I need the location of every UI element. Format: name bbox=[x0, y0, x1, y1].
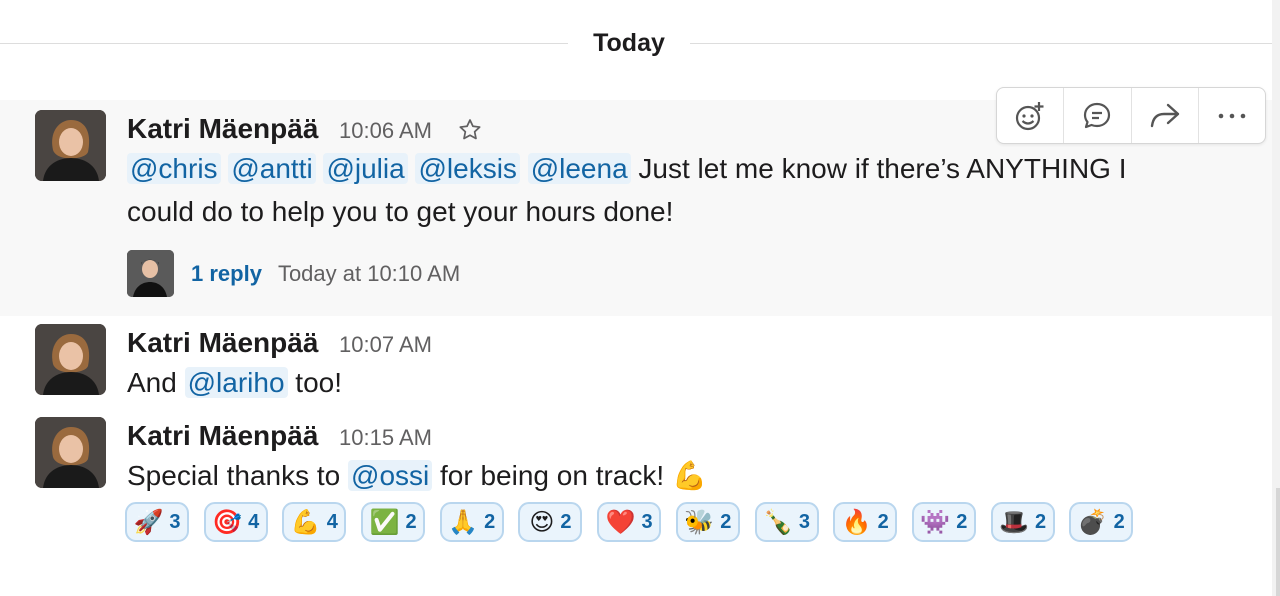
timestamp[interactable]: 10:07 AM bbox=[339, 329, 432, 361]
reaction-bomb[interactable]: 💣 2 bbox=[1069, 502, 1134, 542]
reply-count-link[interactable]: 1 reply bbox=[191, 261, 262, 287]
reply-thread-button[interactable] bbox=[1064, 88, 1132, 143]
message-actions-toolbar bbox=[996, 87, 1266, 144]
heart-icon: ❤️ bbox=[605, 508, 636, 536]
muscle-icon: 💪 bbox=[290, 508, 321, 536]
mention-chris[interactable]: @chris bbox=[127, 153, 221, 184]
share-button[interactable] bbox=[1132, 88, 1199, 143]
reaction-count: 3 bbox=[798, 510, 810, 533]
reaction-count: 2 bbox=[877, 510, 889, 533]
avatar[interactable] bbox=[35, 110, 106, 181]
message-text: And @lariho too! bbox=[127, 361, 1187, 404]
reaction-count: 2 bbox=[1113, 510, 1125, 533]
reaction-space-invader[interactable]: 👾 2 bbox=[911, 502, 976, 542]
reaction-pray[interactable]: 🙏 2 bbox=[439, 502, 504, 542]
message-text-after: too! bbox=[295, 367, 342, 398]
share-icon bbox=[1150, 103, 1179, 127]
avatar[interactable] bbox=[35, 417, 106, 488]
scrollbar-thumb[interactable] bbox=[1276, 488, 1280, 596]
reaction-count: 2 bbox=[956, 510, 968, 533]
reaction-rocket[interactable]: 🚀 3 bbox=[125, 502, 189, 542]
day-divider-label: Today bbox=[568, 26, 690, 60]
message-text-after: for being on track! bbox=[440, 460, 665, 491]
reaction-heart[interactable]: ❤️ 3 bbox=[597, 502, 662, 542]
heart-eyes-icon: 😍 bbox=[529, 508, 555, 536]
thread-reply-avatar[interactable] bbox=[127, 250, 174, 297]
reaction-count: 2 bbox=[1034, 510, 1047, 533]
mention-leksis[interactable]: @leksis bbox=[415, 153, 520, 184]
thread-summary[interactable]: 1 reply Today at 10:10 AM bbox=[127, 250, 460, 297]
reaction-count: 2 bbox=[484, 510, 496, 533]
space-invader-icon: 👾 bbox=[920, 508, 951, 536]
message-text-before: Special thanks to bbox=[127, 460, 341, 491]
reaction-count: 2 bbox=[720, 510, 732, 533]
folded-hands-icon: 🙏 bbox=[448, 508, 479, 536]
reply-timestamp: Today at 10:10 AM bbox=[277, 260, 461, 286]
reaction-bar: 🚀 3 🎯 4 💪 4 ✅ 2 🙏 2 😍 2 ❤️ 3 🐝 2 🍾 3 🔥 2 👾 2 🎩 2 💣 2 bbox=[125, 502, 1148, 542]
message-text-line2: could do to help you to get your hours d… bbox=[127, 196, 674, 227]
add-reaction-icon bbox=[1016, 101, 1044, 130]
mention-ossi[interactable]: @ossi bbox=[348, 460, 433, 491]
more-actions-button[interactable] bbox=[1199, 88, 1265, 143]
message-text-before: And bbox=[127, 367, 177, 398]
reaction-count: 2 bbox=[560, 510, 572, 533]
champagne-icon: 🍾 bbox=[762, 508, 793, 536]
mention-leena[interactable]: @leena bbox=[527, 153, 631, 184]
message-text: Special thanks to @ossi for being on tra… bbox=[127, 454, 1187, 497]
mention-lariho[interactable]: @lariho bbox=[184, 367, 288, 398]
reaction-champagne[interactable]: 🍾 3 bbox=[754, 502, 819, 542]
reaction-fire[interactable]: 🔥 2 bbox=[833, 502, 898, 542]
mention-julia[interactable]: @julia bbox=[323, 153, 408, 184]
avatar[interactable] bbox=[35, 324, 106, 395]
author-name[interactable]: Katri Mäenpää bbox=[127, 327, 318, 359]
fire-icon: 🔥 bbox=[841, 508, 872, 536]
reaction-heart-eyes[interactable]: 😍 2 bbox=[518, 502, 583, 542]
reaction-tophat[interactable]: 🎩 2 bbox=[990, 502, 1055, 542]
reaction-count: 3 bbox=[169, 510, 181, 533]
more-actions-icon bbox=[1218, 113, 1246, 118]
reply-thread-icon bbox=[1084, 102, 1111, 128]
reaction-count: 3 bbox=[641, 510, 653, 533]
rocket-icon: 🚀 bbox=[133, 508, 164, 536]
reaction-count: 4 bbox=[326, 510, 338, 533]
timestamp[interactable]: 10:15 AM bbox=[339, 422, 432, 454]
dart-icon: 🎯 bbox=[212, 508, 243, 536]
reaction-count: 4 bbox=[248, 510, 260, 533]
reaction-bee[interactable]: 🐝 2 bbox=[675, 502, 740, 542]
reaction-dart[interactable]: 🎯 4 bbox=[203, 502, 268, 542]
star-icon[interactable] bbox=[457, 117, 483, 143]
top-hat-icon: 🎩 bbox=[999, 508, 1029, 536]
add-reaction-button[interactable] bbox=[997, 88, 1065, 143]
mention-antti[interactable]: @antti bbox=[228, 153, 316, 184]
message-2[interactable]: Katri Mäenpää 10:07 AM And @lariho too! bbox=[0, 316, 1272, 408]
message-text-line1: Just let me know if there’s ANYTHING I bbox=[638, 153, 1127, 184]
bee-icon: 🐝 bbox=[684, 508, 715, 536]
check-mark-icon: ✅ bbox=[369, 508, 400, 536]
author-name[interactable]: Katri Mäenpää bbox=[127, 420, 318, 452]
author-name[interactable]: Katri Mäenpää bbox=[127, 113, 318, 145]
message-text: @chris @antti @julia @leksis @leena Just… bbox=[127, 147, 1187, 233]
flexed-biceps-emoji: 💪 bbox=[671, 459, 707, 492]
timestamp[interactable]: 10:06 AM bbox=[339, 115, 432, 147]
reaction-count: 2 bbox=[405, 510, 417, 533]
reaction-muscle[interactable]: 💪 4 bbox=[282, 502, 347, 542]
bomb-icon: 💣 bbox=[1077, 508, 1108, 536]
reaction-check[interactable]: ✅ 2 bbox=[361, 502, 426, 542]
